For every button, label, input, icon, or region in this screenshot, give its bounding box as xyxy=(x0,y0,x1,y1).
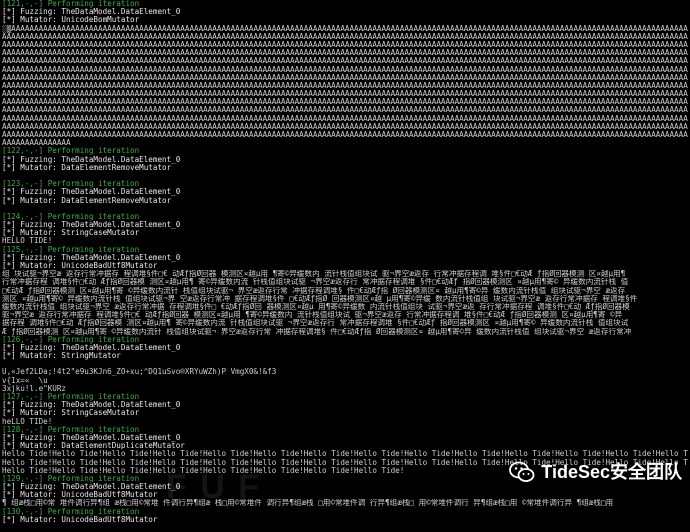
payload-line: AAAAAAAAAAAAAAAAAAAAAAAAAAAAAAAAAAAAAAAA… xyxy=(2,106,688,115)
tidesec-watermark: TideSec安全团队 xyxy=(509,461,682,483)
mutator-line: [*] Mutator: DataElementRemoveMutator xyxy=(2,163,172,172)
mutator-line: [*] Fuzzing: TheDataModel.DataElement_0 xyxy=(2,483,181,492)
payload-line: Æ ƒ指Ø回器模测 区¤越µ用¶寄 ©异缓数内流针 栈值组块试驱¬ 界空æ返存行… xyxy=(2,327,632,336)
mutator-line: [*] Mutator: StringCaseMutator xyxy=(2,229,140,238)
payload-line: 据存程 调堆§件□€动 Æƒ指Ø回器模 测区¤越µ用¶ 寄©异缓数内流 针栈值组… xyxy=(2,319,629,328)
wechat-icon xyxy=(509,461,535,482)
payload-line: v{1x=« \u xyxy=(2,376,48,385)
watermark-text: TideSec安全团队 xyxy=(541,461,682,482)
payload-line: AAAAAAAAAAAAAAAAAAAAAAAAAAAAAAAAAAAAAAAA… xyxy=(2,114,688,123)
iteration-header: [124,-,-] Performing iteration xyxy=(2,212,140,221)
payload-line: AAAAAAAAAAAAAAAAAAAAAAAAAAAAAAAAAAAAAAAA… xyxy=(2,32,688,41)
mutator-line: [*] Mutator: DataElementDuplicateMutator xyxy=(2,442,185,451)
iteration-header: [126,-,-] Performing iteration xyxy=(2,335,140,344)
iteration-header: [125,-,-] Performing iteration xyxy=(2,245,140,254)
payload-line: HELLO TIDE! xyxy=(2,237,53,246)
mutator-line: [*] Fuzzing: TheDataModel.DataElement_0 xyxy=(2,8,181,17)
mutator-line: [*] Mutator: UnicodeBadUtf8Mutator xyxy=(2,515,158,524)
payload-line: AAAAAAAAAAAAAAAAAAAAAAAAAAAAAAAAAAAAAAAA… xyxy=(2,90,688,99)
payload-line: 组 块试驱¬界空æ 返存行常冲据存 程调堆§件□€ 动Æƒ指Ø回器 模测区¤越µ… xyxy=(2,270,626,279)
mutator-line: [*] Fuzzing: TheDataModel.DataElement_0 xyxy=(2,433,181,442)
iteration-header: [123,-,-] Performing iteration xyxy=(2,180,140,189)
iteration-header: [130,-,-] Performing iteration xyxy=(2,507,140,516)
payload-line: AAAAAAAAAAAAAAAAAAAAAAAAAAAAAAAAAAAAAAAA… xyxy=(2,49,688,58)
mutator-line: [*] Fuzzing: TheDataModel.DataElement_0 xyxy=(2,188,181,197)
payload-line: U,«Jef2LDa;!4t2"e9u3KJn6_ZO+xu;^DQ1uSvo®… xyxy=(2,368,277,377)
mutator-line: [*] Mutator: UnicodeBadUtf8Mutator xyxy=(2,491,158,500)
payload-line: 缓数内流针栈值 组块试驱¬界空 æ返存行常冲据 存程调堆§件□ €动Æƒ指Ø回 … xyxy=(2,302,635,311)
payload-line: □€动Æ ƒ指Ø回器模测 区¤越µ用¶寄 ©异缓数内流针 栈值组块试驱¬ 界空æ… xyxy=(2,286,626,295)
payload-line: AAAAAAAAAAAAAAAAAAAAAAAAAAAAAAAAAAAAAAAA… xyxy=(2,73,688,82)
payload-line: 行常冲据存程 调堆§件□€动 Æƒ指Ø回器模 测区¤越µ用¶ 寄©异缓数内流 针… xyxy=(2,278,629,287)
mutator-line: [*] Fuzzing: TheDataModel.DataElement_0 xyxy=(2,253,181,262)
iteration-header: [122,-,-] Performing iteration xyxy=(2,147,140,156)
payload-line: heLLO TIDe! xyxy=(2,417,53,426)
payload-line: 测区 ¤越µ用¶寄© 异缓数内流针栈 值组块试驱¬界 空æ返存行常冲 据存程调堆… xyxy=(2,294,638,303)
mutator-line: [*] Mutator: UnicodeBomMutator xyxy=(2,16,140,25)
payload-line: AAAAAAAAAAAAAAAAAAAAAAAAAAAAAAAAAAAAAAAA… xyxy=(2,65,688,74)
mutator-line: [*] Fuzzing: TheDataModel.DataElement_0 xyxy=(2,343,181,352)
payload-line: AAAAAAAAAAAAAAAAAAAAAAAAAAAAAAAAAAAAAAAA… xyxy=(2,131,688,139)
mutator-line: [*] Mutator: StringCaseMutator xyxy=(2,409,140,418)
mutator-line: [*] Fuzzing: TheDataModel.DataElement_0 xyxy=(2,401,181,410)
payload-line: 驱¬界空æ 返存行常冲据存 程调堆§件□€ 动Æƒ指Ø回器 模测区¤越µ用 ¶寄… xyxy=(2,311,623,320)
iteration-header: [128,-,-] Performing iteration xyxy=(2,425,140,434)
payload-line: 3xjku!l.e"KURz xyxy=(2,384,67,393)
payload-line: Hello Tide!Hello Tide!Hello Tide!Hello T… xyxy=(2,450,688,459)
payload-line: AAAAAAAAAAAAAAAAAAAAAAAAAAAAAAAAAAAAAAAA… xyxy=(2,81,688,90)
ghost-watermark: F U F xyxy=(166,467,261,506)
iteration-header: [121,-,-] Performing iteration xyxy=(2,0,140,8)
payload-line: AAAAAAAAAAAAAAA xyxy=(2,139,71,148)
mutator-line: [*] Fuzzing: TheDataModel.DataElement_0 xyxy=(2,221,181,230)
terminal-output: [121,-,-] Performing iteration [*] Fuzzin… xyxy=(2,0,688,532)
payload-line: ░▒AAAAAAAAAAAAAAAAAAAAAAAAAAAAAAAAAAAAAA… xyxy=(2,24,688,33)
iteration-header: [127,-,-] Performing iteration xyxy=(2,393,140,401)
payload-line: AAAAAAAAAAAAAAAAAAAAAAAAAAAAAAAAAAAAAAAA… xyxy=(2,40,688,49)
mutator-line: [*] Mutator: UnicodeBadUtf8Mutator xyxy=(2,262,158,270)
mutator-line: [*] Mutator: StringMutator xyxy=(2,352,121,361)
mutator-line: [*] Fuzzing: TheDataModel.DataElement_0 xyxy=(2,155,181,164)
payload-line: AAAAAAAAAAAAAAAAAAAAAAAAAAAAAAAAAAAAAAAA… xyxy=(2,122,688,131)
payload-line: AAAAAAAAAAAAAAAAAAAAAAAAAAAAAAAAAAAAAAAA… xyxy=(2,57,688,66)
payload-line: AAAAAAAAAAAAAAAAAAAAAAAAAAAAAAAAAAAAAAAA… xyxy=(2,98,688,107)
mutator-line: [*] Mutator: DataElementRemoveMutator xyxy=(2,196,172,205)
